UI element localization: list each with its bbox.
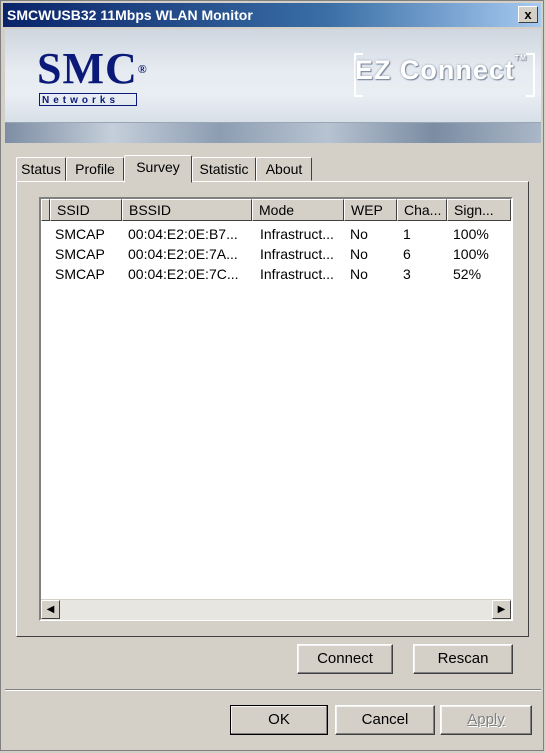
cell-wep: No [350, 226, 368, 242]
column-header-bssid[interactable]: BSSID [122, 199, 252, 221]
table-row[interactable]: SMCAP 00:04:E2:0E:7C... Infrastruct... N… [41, 265, 511, 284]
list-header: SSID BSSID Mode WEP Cha... Sign... [41, 199, 511, 221]
cell-mode: Infrastruct... [260, 246, 334, 262]
tab-profile[interactable]: Profile [66, 157, 124, 181]
cell-bssid: 00:04:E2:0E:7C... [128, 266, 239, 282]
cell-channel: 3 [403, 266, 411, 282]
ez-bracket-right [526, 53, 535, 97]
cell-ssid: SMCAP [55, 246, 105, 262]
registered-mark: ® [137, 62, 148, 76]
window-title: SMCWUSB32 11Mbps WLAN Monitor [7, 7, 253, 23]
ok-button[interactable]: OK [230, 705, 328, 735]
cell-mode: Infrastruct... [260, 226, 334, 242]
cell-bssid: 00:04:E2:0E:B7... [128, 226, 238, 242]
horizontal-scrollbar[interactable]: ◀ ▶ [41, 599, 511, 620]
tab-status[interactable]: Status [16, 157, 66, 181]
table-row[interactable]: SMCAP 00:04:E2:0E:B7... Infrastruct... N… [41, 225, 511, 244]
smc-logo-text: SMC [37, 44, 138, 93]
cell-mode: Infrastruct... [260, 266, 334, 282]
apply-button[interactable]: Apply [440, 705, 532, 735]
column-header-signal[interactable]: Sign... [447, 199, 511, 221]
title-bar[interactable]: SMCWUSB32 11Mbps WLAN Monitor x [3, 3, 541, 27]
scroll-left-arrow-icon[interactable]: ◀ [41, 600, 60, 619]
footer-divider [5, 689, 541, 691]
tab-statistic[interactable]: Statistic [192, 157, 256, 181]
column-header-channel[interactable]: Cha... [397, 199, 447, 221]
cell-channel: 6 [403, 246, 411, 262]
scroll-right-arrow-icon[interactable]: ▶ [492, 600, 511, 619]
survey-list[interactable]: SSID BSSID Mode WEP Cha... Sign... SMCAP… [39, 197, 513, 621]
cell-ssid: SMCAP [55, 266, 105, 282]
table-row[interactable]: SMCAP 00:04:E2:0E:7A... Infrastruct... N… [41, 245, 511, 264]
cell-signal: 100% [453, 246, 489, 262]
column-header-mode[interactable]: Mode [252, 199, 344, 221]
tab-survey[interactable]: Survey [124, 155, 192, 183]
smc-logo-subtitle: Networks [39, 93, 137, 106]
smc-logo: SMC® [37, 47, 148, 91]
connect-button[interactable]: Connect [297, 644, 393, 674]
banner-decor-strip [5, 123, 541, 143]
column-header-wep[interactable]: WEP [344, 199, 397, 221]
cell-signal: 52% [453, 266, 482, 282]
cancel-button[interactable]: Cancel [335, 705, 435, 735]
cell-bssid: 00:04:E2:0E:7A... [128, 246, 238, 262]
rescan-button[interactable]: Rescan [413, 644, 513, 674]
cell-channel: 1 [403, 226, 411, 242]
column-header-ssid[interactable]: SSID [50, 199, 122, 221]
header-spacer [41, 199, 50, 221]
cell-wep: No [350, 266, 368, 282]
tab-about[interactable]: About [256, 157, 312, 181]
ez-connect-logo: EZ ConnectTM [355, 55, 527, 86]
close-button[interactable]: x [518, 6, 538, 23]
cell-signal: 100% [453, 226, 489, 242]
wlan-monitor-window: SMCWUSB32 11Mbps WLAN Monitor x SMC® Net… [0, 0, 544, 751]
cell-ssid: SMCAP [55, 226, 105, 242]
cell-wep: No [350, 246, 368, 262]
ez-connect-text: EZ Connect [354, 55, 515, 85]
banner: SMC® Networks EZ ConnectTM [5, 29, 541, 123]
